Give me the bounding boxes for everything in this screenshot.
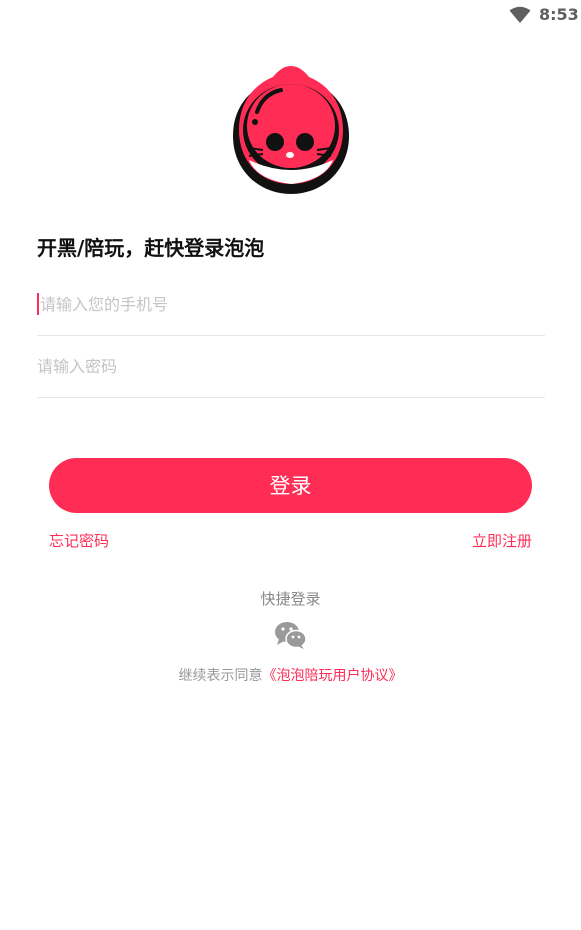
- user-agreement-link[interactable]: 《泡泡陪玩用户协议》: [263, 668, 403, 684]
- wifi-icon: [509, 6, 531, 23]
- register-link[interactable]: 立即注册: [472, 530, 532, 552]
- agreement-text: 继续表示同意《泡泡陪玩用户协议》: [0, 666, 581, 686]
- text-cursor: [37, 293, 39, 315]
- phone-field[interactable]: [37, 273, 545, 336]
- bubble-cat-logo-icon: [233, 66, 349, 194]
- password-field[interactable]: [37, 335, 545, 398]
- status-bar: 8:53: [0, 0, 581, 32]
- wechat-icon[interactable]: [274, 620, 307, 650]
- forgot-password-link[interactable]: 忘记密码: [49, 530, 109, 552]
- status-time: 8:53: [539, 5, 579, 24]
- quick-login-title: 快捷登录: [260, 590, 321, 608]
- page-title: 开黑/陪玩，赶快登录泡泡: [37, 236, 265, 260]
- agreement-prefix: 继续表示同意: [178, 668, 263, 684]
- phone-input[interactable]: [40, 291, 540, 317]
- password-input[interactable]: [37, 353, 537, 379]
- login-button[interactable]: 登录: [49, 458, 532, 513]
